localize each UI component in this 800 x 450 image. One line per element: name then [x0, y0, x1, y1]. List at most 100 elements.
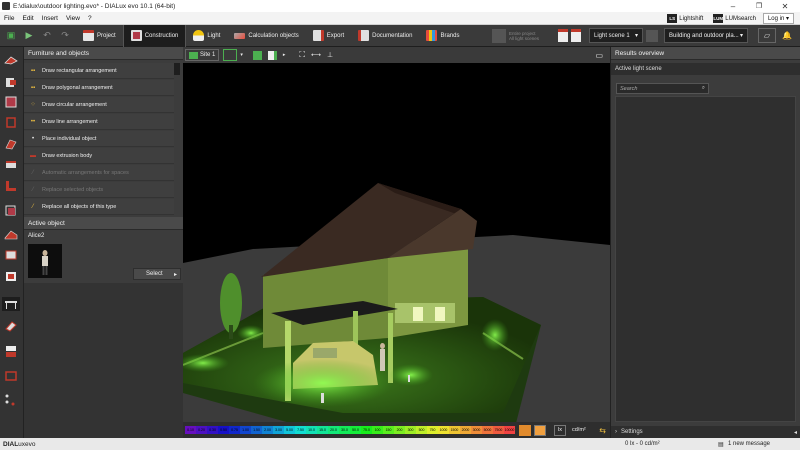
- legend-scale: 0.10 0.20 0.30 0.50 0.75 1.00 1.50 2.00 3.00 5.00…: [185, 426, 515, 434]
- legend-value: 0.10: [185, 426, 196, 434]
- window-tool-icon[interactable]: [4, 137, 18, 151]
- tool-replace-selected: ⁄ Replace selected objects: [24, 182, 174, 198]
- lumsearch-button[interactable]: LUM LUMsearch: [710, 13, 759, 24]
- brand-logo: DIALuxevo: [3, 440, 36, 448]
- lightshift-button[interactable]: LS Lightshift: [664, 13, 706, 24]
- extrusion-tool-icon[interactable]: [4, 227, 18, 241]
- tool-circular-arrangement[interactable]: ⁘ Draw circular arrangement: [24, 97, 174, 113]
- building-icon[interactable]: [265, 49, 280, 61]
- status-values: 0 lx - 0 cd/m²: [625, 441, 660, 447]
- legend-value: 2000: [460, 426, 471, 434]
- menu-insert[interactable]: Insert: [38, 15, 62, 22]
- cube-tool-icon[interactable]: [4, 203, 18, 217]
- light-scene-select[interactable]: Light scene 1 ▾: [589, 28, 643, 43]
- chevron-down-icon[interactable]: ▾: [237, 49, 246, 61]
- construction-icon: [130, 30, 142, 41]
- menu-edit[interactable]: Edit: [18, 15, 37, 22]
- menu-help[interactable]: ?: [84, 15, 96, 22]
- select-label: Select: [146, 271, 163, 277]
- tab-construction[interactable]: Construction: [122, 24, 187, 47]
- minimize-button[interactable]: –: [720, 0, 746, 12]
- light-scene-settings-icon[interactable]: [646, 29, 658, 42]
- tool-extrusion-body[interactable]: ▬ Draw extrusion body: [24, 148, 174, 164]
- view-mode-select[interactable]: Building and outdoor pla... ▾: [664, 28, 748, 43]
- messages-link[interactable]: 1 new message: [728, 441, 770, 447]
- monitor-icon[interactable]: ▭: [592, 49, 606, 61]
- ground-plan-icon[interactable]: [223, 49, 238, 61]
- active-light-scene-header: Active light scene: [611, 63, 800, 75]
- texture-tool-icon[interactable]: [4, 319, 18, 333]
- green-square-icon[interactable]: [250, 49, 265, 61]
- tab-light-label: Light: [207, 32, 221, 39]
- notification-bell-icon[interactable]: 🔔: [782, 28, 794, 43]
- collapse-arrow-icon[interactable]: ◂: [794, 429, 797, 436]
- results-list: [615, 96, 796, 422]
- search-input[interactable]: Search ⌕: [616, 83, 709, 94]
- select-button[interactable]: Select ▸: [133, 268, 181, 280]
- undo-icon[interactable]: ↶: [40, 29, 54, 43]
- project-icon: [83, 30, 94, 41]
- measure-icon[interactable]: ⟷: [308, 49, 324, 61]
- wall-tool-icon[interactable]: [4, 53, 18, 67]
- clear-results-icon[interactable]: [571, 29, 581, 42]
- cut-tool-icon[interactable]: [4, 345, 18, 359]
- legend-value: 150: [383, 426, 394, 434]
- play-icon[interactable]: ▶: [22, 29, 36, 43]
- furniture-tool-icon[interactable]: [4, 269, 18, 283]
- tool-line-arrangement[interactable]: •• Draw line arrangement: [24, 114, 174, 130]
- furniture-panel-title: Furniture and objects: [24, 47, 183, 60]
- door-tool-icon[interactable]: [4, 75, 18, 89]
- tab-calculation-objects-label: Calculation objects: [248, 32, 299, 39]
- tab-light[interactable]: Light: [186, 25, 227, 47]
- legend-value: 5.00: [284, 426, 295, 434]
- dimension-icon[interactable]: ⊥: [324, 49, 336, 61]
- room-tool-icon[interactable]: [4, 95, 18, 109]
- layout-icon[interactable]: ▱: [758, 28, 776, 43]
- maximize-button[interactable]: ❐: [746, 0, 772, 12]
- tool-place-individual-object[interactable]: • Place individual object: [24, 131, 174, 147]
- ceiling-tool-icon[interactable]: [4, 157, 18, 171]
- tab-brands[interactable]: Brands: [419, 25, 466, 47]
- brands-icon: [426, 30, 438, 41]
- 3d-viewport[interactable]: Site 1 ▾ ▸ ⛶ ⟷ ⊥ ▭ 0.10 0.20 0.30 0.50 0…: [183, 47, 610, 438]
- tool-replace-all[interactable]: ⁄ Replace all objects of this type: [24, 199, 174, 215]
- menu-view[interactable]: View: [62, 15, 84, 22]
- collapse-handle[interactable]: [174, 63, 180, 75]
- entire-project-button[interactable]: Entire project All light scenes: [509, 31, 555, 41]
- table-tool-icon[interactable]: [2, 297, 20, 311]
- slab-tool-icon[interactable]: [4, 247, 18, 261]
- luminance-unit-label[interactable]: cd/m²: [569, 425, 589, 436]
- tool-rectangular-arrangement[interactable]: ▪▪ Draw rectangular arrangement: [24, 63, 174, 79]
- stair-tool-icon[interactable]: [4, 179, 18, 193]
- lux-unit-button[interactable]: lx: [554, 424, 566, 436]
- swap-icon[interactable]: ⇆: [599, 426, 606, 435]
- markup-tool-icon[interactable]: [4, 369, 18, 383]
- floor-tool-icon[interactable]: [4, 115, 18, 129]
- message-icon[interactable]: ▤: [718, 441, 724, 448]
- login-button[interactable]: Log in ▾: [762, 13, 794, 24]
- settings-section[interactable]: › Settings ◂: [611, 426, 800, 438]
- legend-value: 1.50: [251, 426, 262, 434]
- site-selector[interactable]: Site 1: [185, 49, 220, 61]
- false-color-toggle[interactable]: [519, 424, 531, 436]
- stop-calc-icon[interactable]: [558, 29, 568, 42]
- legend-value: 0.20: [196, 426, 207, 434]
- title-bar: E:\dialux\outdoor lighting.evo* - DIALux…: [0, 0, 800, 12]
- tab-project[interactable]: Project: [76, 25, 123, 47]
- settings-label: Settings: [621, 429, 643, 435]
- menu-file[interactable]: File: [0, 15, 18, 22]
- redo-icon[interactable]: ↷: [58, 29, 72, 43]
- tab-documentation[interactable]: Documentation: [351, 25, 419, 47]
- lumsearch-label: LUMsearch: [725, 15, 756, 22]
- tab-calculation-objects[interactable]: Calculation objects: [227, 25, 305, 47]
- calculate-icon[interactable]: [492, 28, 506, 43]
- fit-view-icon[interactable]: ⛶: [296, 49, 308, 61]
- chevron-right-icon[interactable]: ▸: [280, 49, 289, 61]
- close-button[interactable]: ✕: [772, 0, 798, 12]
- legend-value: 20.0: [328, 426, 339, 434]
- points-tool-icon[interactable]: [4, 393, 18, 407]
- tool-polygonal-arrangement[interactable]: ▪▪ Draw polygonal arrangement: [24, 80, 174, 96]
- save-icon[interactable]: ▣: [4, 29, 18, 43]
- iso-toggle[interactable]: [534, 424, 546, 436]
- tab-export[interactable]: Export: [306, 25, 351, 47]
